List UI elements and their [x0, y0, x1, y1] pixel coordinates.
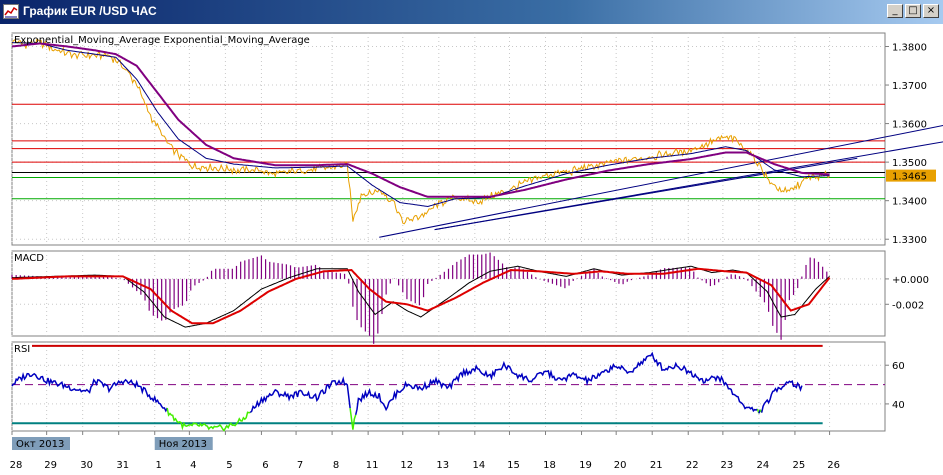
x-tick-label: 12 [400, 460, 413, 471]
minimize-button[interactable]: _ [887, 4, 903, 18]
rsi-y-tick-label: 60 [892, 361, 905, 372]
x-tick-label: 15 [507, 460, 520, 471]
chart-app-icon [3, 4, 19, 19]
macd-y-tick-label: -0.002 [892, 300, 924, 311]
title-bar[interactable]: График EUR /USD ЧАС _ □ × [0, 0, 943, 24]
x-tick-label: 18 [543, 460, 556, 471]
rsi-y-tick-label: 40 [892, 400, 905, 411]
month-badge-label: Ноя 2013 [159, 439, 207, 450]
price-y-tick-label: 1.3800 [892, 42, 927, 53]
x-tick-label: 13 [436, 460, 449, 471]
x-tick-label: 24 [757, 460, 770, 471]
price-y-tick-label: 1.3600 [892, 120, 927, 131]
x-tick-label: 11 [366, 460, 379, 471]
x-tick-label: 8 [333, 460, 339, 471]
last-price-label: 1.3465 [892, 172, 927, 183]
x-tick-label: 25 [793, 460, 806, 471]
x-tick-label: 5 [226, 460, 232, 471]
x-tick-label: 29 [44, 460, 57, 471]
x-tick-label: 23 [721, 460, 734, 471]
month-badge-label: Окт 2013 [16, 439, 64, 450]
x-tick-label: 4 [190, 460, 196, 471]
x-tick-label: 1 [156, 460, 162, 471]
x-tick-label: 7 [297, 460, 303, 471]
price-y-tick-label: 1.3300 [892, 235, 927, 246]
pane-frame-0 [11, 32, 886, 246]
x-tick-label: 21 [650, 460, 663, 471]
x-tick-label: 14 [472, 460, 485, 471]
price-y-tick-label: 1.3400 [892, 197, 927, 208]
x-tick-label: 26 [827, 460, 840, 471]
x-tick-label: 30 [80, 460, 93, 471]
macd-y-tick-label: +0.000 [892, 275, 929, 286]
pane-frame-1 [11, 250, 886, 337]
chart-area[interactable]: 28 29 30 31 1 4 5 6 7 8 11 12 13 14 15 18 19 20 21 22 23 24 25… [0, 24, 943, 475]
maximize-button[interactable]: □ [905, 4, 921, 18]
macd-pane-title: MACD [14, 253, 44, 264]
price-y-tick-label: 1.3500 [892, 158, 927, 169]
window-title: График EUR /USD ЧАС [23, 4, 157, 18]
chart-canvas[interactable]: 28 29 30 31 1 4 5 6 7 8 11 12 13 14 15 18 19 20 21 22 23 24 25… [0, 24, 943, 475]
x-tick-label: 31 [116, 460, 129, 471]
price-y-tick-label: 1.3700 [892, 81, 927, 92]
x-tick-label: 28 [10, 460, 23, 471]
x-tick-label: 20 [614, 460, 627, 471]
close-button[interactable]: × [923, 4, 939, 18]
chart-window: График EUR /USD ЧАС _ □ × 28 29 30 31 1 4 5 6 7 8… [0, 0, 943, 475]
price-pane-title: Exponential_Moving_Average Exponential_M… [14, 35, 310, 46]
x-tick-label: 22 [686, 460, 699, 471]
x-tick-label: 19 [579, 460, 592, 471]
rsi-pane-title: RSI [14, 344, 30, 355]
x-tick-label: 6 [262, 460, 268, 471]
